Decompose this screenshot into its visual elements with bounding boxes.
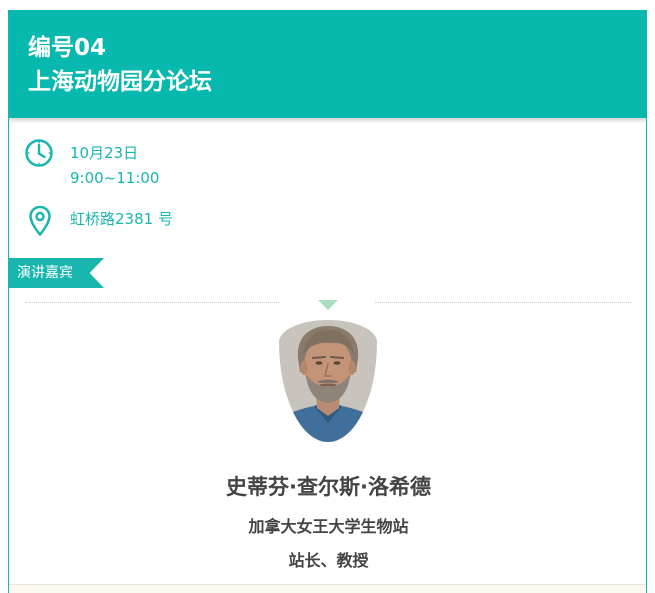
event-date: 10月23日 — [70, 144, 139, 162]
speaker-position: 站长、教授 — [288, 551, 369, 570]
speaker-organization: 加拿大女王大学生物站 — [248, 517, 409, 536]
next-section-strip — [9, 584, 646, 593]
speakers-section-tag: 演讲嘉宾 — [9, 258, 104, 288]
section-divider-right — [375, 302, 631, 303]
speaker-name: 史蒂芬·查尔斯·洛希德 — [226, 475, 431, 499]
event-time: 9:00~11:00 — [70, 169, 160, 187]
forum-title: 上海动物园分论坛 — [28, 69, 212, 95]
event-address: 虹桥路2381 号 — [70, 210, 173, 228]
map-pin-icon — [29, 205, 51, 236]
speaker-avatar — [279, 320, 377, 442]
clock-icon — [25, 139, 53, 167]
down-arrow-icon — [318, 300, 338, 310]
forum-header: 编号04 上海动物园分论坛 — [9, 10, 646, 118]
forum-number: 编号04 — [28, 35, 107, 61]
forum-card: 编号04 上海动物园分论坛 10月23日 9:00~11:00 虹桥路2381 … — [8, 10, 647, 593]
section-divider-left — [25, 302, 279, 303]
